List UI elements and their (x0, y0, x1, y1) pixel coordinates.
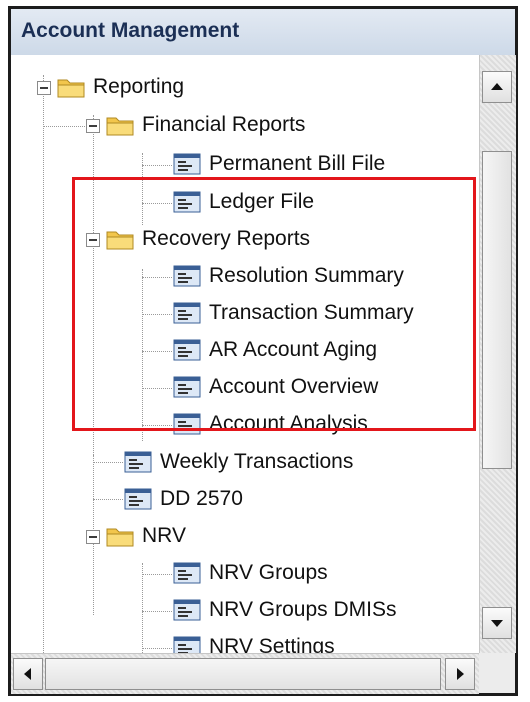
tree-guide-line (93, 115, 94, 455)
arrow-left-icon (24, 668, 31, 680)
account-management-panel: Account Management Reporting Financial R… (8, 6, 518, 696)
tree-item-permanent-bill-file[interactable]: Permanent Bill File (173, 146, 385, 182)
report-icon (173, 153, 201, 175)
report-icon (173, 413, 201, 435)
tree-guide-line (93, 462, 123, 463)
report-tree[interactable]: Reporting Financial Reports Permanent Bi… (11, 55, 479, 653)
report-icon (124, 488, 152, 510)
scroll-up-button[interactable] (482, 71, 512, 103)
tree-item-nrv-settings[interactable]: NRV Settings (173, 629, 335, 653)
tree-item-resolution-summary[interactable]: Resolution Summary (173, 258, 404, 294)
arrow-right-icon (457, 668, 464, 680)
scroll-down-button[interactable] (482, 607, 512, 639)
tree-guide-line (142, 563, 143, 653)
panel-header: Account Management (11, 9, 515, 56)
tree-guide-line (142, 351, 172, 352)
tree-item-nrv-groups[interactable]: NRV Groups (173, 555, 328, 591)
tree-item-financial-reports[interactable]: Financial Reports (106, 107, 305, 143)
collapse-toggle-icon[interactable] (86, 119, 100, 133)
vertical-scroll-thumb[interactable] (482, 151, 512, 469)
panel-title: Account Management (21, 19, 240, 42)
report-icon (173, 562, 201, 584)
vertical-scrollbar[interactable] (479, 55, 516, 653)
tree-guide-line (142, 153, 143, 225)
tree-guide-line (93, 499, 123, 500)
report-icon (173, 265, 201, 287)
folder-icon (57, 79, 85, 98)
scroll-right-button[interactable] (445, 658, 475, 690)
horizontal-scroll-thumb[interactable] (45, 658, 441, 690)
folder-icon (106, 117, 134, 136)
tree-guide-line (43, 126, 85, 127)
tree-guide-line (142, 277, 172, 278)
tree-guide-line (142, 648, 172, 649)
tree-item-nrv[interactable]: NRV (106, 518, 186, 554)
tree-guide-line (142, 165, 172, 166)
report-icon (173, 636, 201, 653)
report-icon (173, 599, 201, 621)
scroll-left-button[interactable] (13, 658, 43, 690)
arrow-up-icon (491, 83, 503, 90)
arrow-down-icon (491, 620, 503, 627)
tree-guide-line (43, 75, 44, 653)
tree-guide-line (142, 203, 172, 204)
tree-guide-line (142, 314, 172, 315)
tree-item-account-overview[interactable]: Account Overview (173, 369, 378, 405)
report-icon (173, 302, 201, 324)
collapse-toggle-icon[interactable] (37, 81, 51, 95)
tree-item-reporting[interactable]: Reporting (57, 69, 184, 105)
tree-item-nrv-groups-dmiss[interactable]: NRV Groups DMISs (173, 592, 397, 628)
collapse-toggle-icon[interactable] (86, 233, 100, 247)
report-icon (173, 376, 201, 398)
report-icon (173, 191, 201, 213)
tree-item-weekly-transactions[interactable]: Weekly Transactions (124, 444, 353, 480)
tree-item-account-analysis[interactable]: Account Analysis (173, 406, 368, 442)
tree-item-recovery-reports[interactable]: Recovery Reports (106, 221, 310, 257)
tree-guide-line (142, 269, 143, 441)
tree-item-transaction-summary[interactable]: Transaction Summary (173, 295, 414, 331)
tree-guide-line (142, 611, 172, 612)
tree-item-ar-account-aging[interactable]: AR Account Aging (173, 332, 377, 368)
scrollbar-corner (479, 653, 515, 693)
tree-guide-line (142, 574, 172, 575)
horizontal-scrollbar[interactable] (11, 653, 479, 694)
folder-icon (106, 528, 134, 547)
report-icon (124, 451, 152, 473)
collapse-toggle-icon[interactable] (86, 530, 100, 544)
folder-icon (106, 231, 134, 250)
tree-guide-line (142, 425, 172, 426)
tree-item-dd-2570[interactable]: DD 2570 (124, 481, 243, 517)
tree-item-ledger-file[interactable]: Ledger File (173, 184, 314, 220)
report-icon (173, 339, 201, 361)
tree-guide-line (142, 388, 172, 389)
